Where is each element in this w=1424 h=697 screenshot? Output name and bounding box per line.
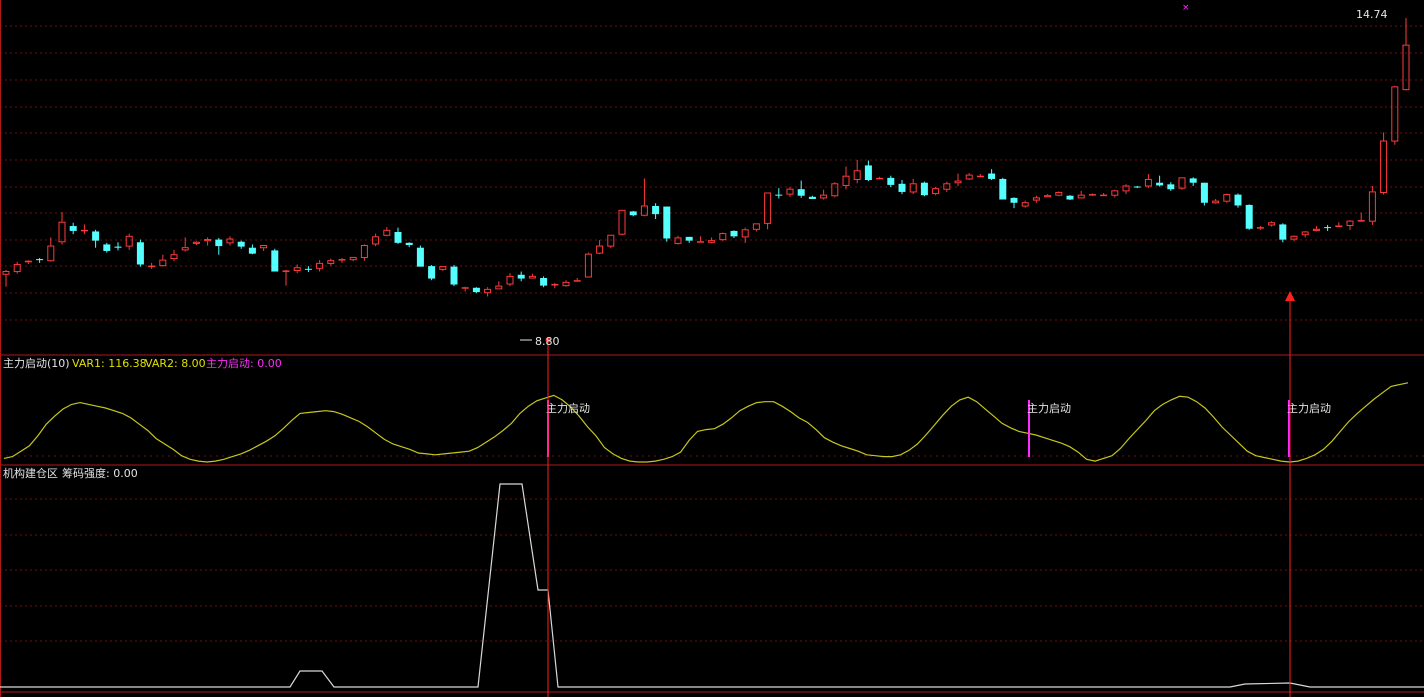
candle-body — [1088, 194, 1096, 196]
candle-body — [1066, 195, 1074, 200]
var1-label: VAR1: 116.38 — [72, 357, 147, 370]
candle-body — [215, 239, 223, 247]
high-price-label: 14.74 — [1356, 8, 1388, 21]
candle-body — [237, 241, 245, 247]
var2-label: VAR2: 8.00 — [145, 357, 206, 370]
candle-body — [976, 175, 984, 178]
candle-body — [1324, 227, 1332, 229]
candle-body — [304, 268, 312, 270]
candle-body — [1335, 225, 1343, 228]
candle-body — [696, 241, 704, 243]
strength-value-label: 筹码强度: 0.00 — [62, 466, 138, 480]
candle-body — [416, 247, 424, 267]
candle-body — [136, 242, 144, 265]
candle-body — [1100, 194, 1108, 197]
candle-body — [271, 250, 279, 272]
candle-body — [80, 229, 88, 232]
candle-body — [988, 173, 996, 179]
candle-body — [148, 265, 156, 268]
candle-body — [92, 231, 100, 241]
candle-body — [775, 194, 783, 196]
candle-body — [1189, 178, 1197, 183]
candle-body — [652, 206, 660, 215]
candle-body — [898, 183, 906, 192]
low-price-label: 8.80 — [535, 335, 560, 348]
candle-body — [24, 260, 32, 263]
candle-body — [540, 278, 548, 286]
candle-body — [797, 189, 805, 196]
candle-body — [1234, 194, 1242, 206]
candle-body — [573, 280, 581, 282]
candle-body — [36, 259, 44, 261]
candle-body — [461, 287, 469, 289]
candle-body — [685, 236, 693, 241]
candle-body — [663, 206, 671, 239]
candle-body — [248, 247, 256, 254]
candle-body — [629, 211, 637, 216]
candle-body — [920, 182, 928, 196]
candle-body — [864, 165, 872, 181]
candle-body — [450, 266, 458, 285]
candle-body — [114, 246, 122, 248]
candle-body — [282, 270, 290, 272]
candle-body — [876, 177, 884, 180]
candle-body — [1357, 220, 1365, 222]
candle-body — [103, 244, 111, 251]
candle-body — [1279, 224, 1287, 240]
candle-body — [1200, 182, 1208, 203]
indicator-name: 主力启动(10) — [3, 357, 70, 370]
candle-body — [551, 283, 559, 286]
candle-body — [69, 226, 77, 231]
candle-body — [1010, 197, 1018, 203]
candle-body — [405, 242, 413, 245]
candle-body — [1245, 204, 1253, 229]
candle-body — [1167, 184, 1175, 190]
candle-body — [472, 287, 480, 293]
candle-body — [1256, 227, 1264, 229]
signal-value-label: 主力启动: 0.00 — [206, 357, 282, 370]
signal-label: 主力启动 — [546, 402, 590, 415]
candle-body — [394, 232, 402, 243]
candle-body — [1133, 186, 1141, 188]
candle-body — [808, 196, 816, 199]
candle-body — [999, 178, 1007, 200]
candle-body — [428, 266, 436, 279]
signal-label: 主力启动 — [1027, 402, 1071, 415]
candle-body — [517, 274, 525, 279]
top-mark-icon: × — [1182, 3, 1190, 13]
strength-panel-name: 机构建仓区 — [3, 466, 58, 480]
candle-body — [887, 177, 895, 185]
candle-body — [730, 230, 738, 237]
candle-body — [1156, 182, 1164, 186]
candle-body — [338, 259, 346, 261]
chart-stage: 主力启动 主力启动 主力启动 × 14.74 8.80 主力启动(10) VAR1:… — [0, 0, 1424, 697]
signal-label: 主力启动 — [1287, 402, 1331, 415]
